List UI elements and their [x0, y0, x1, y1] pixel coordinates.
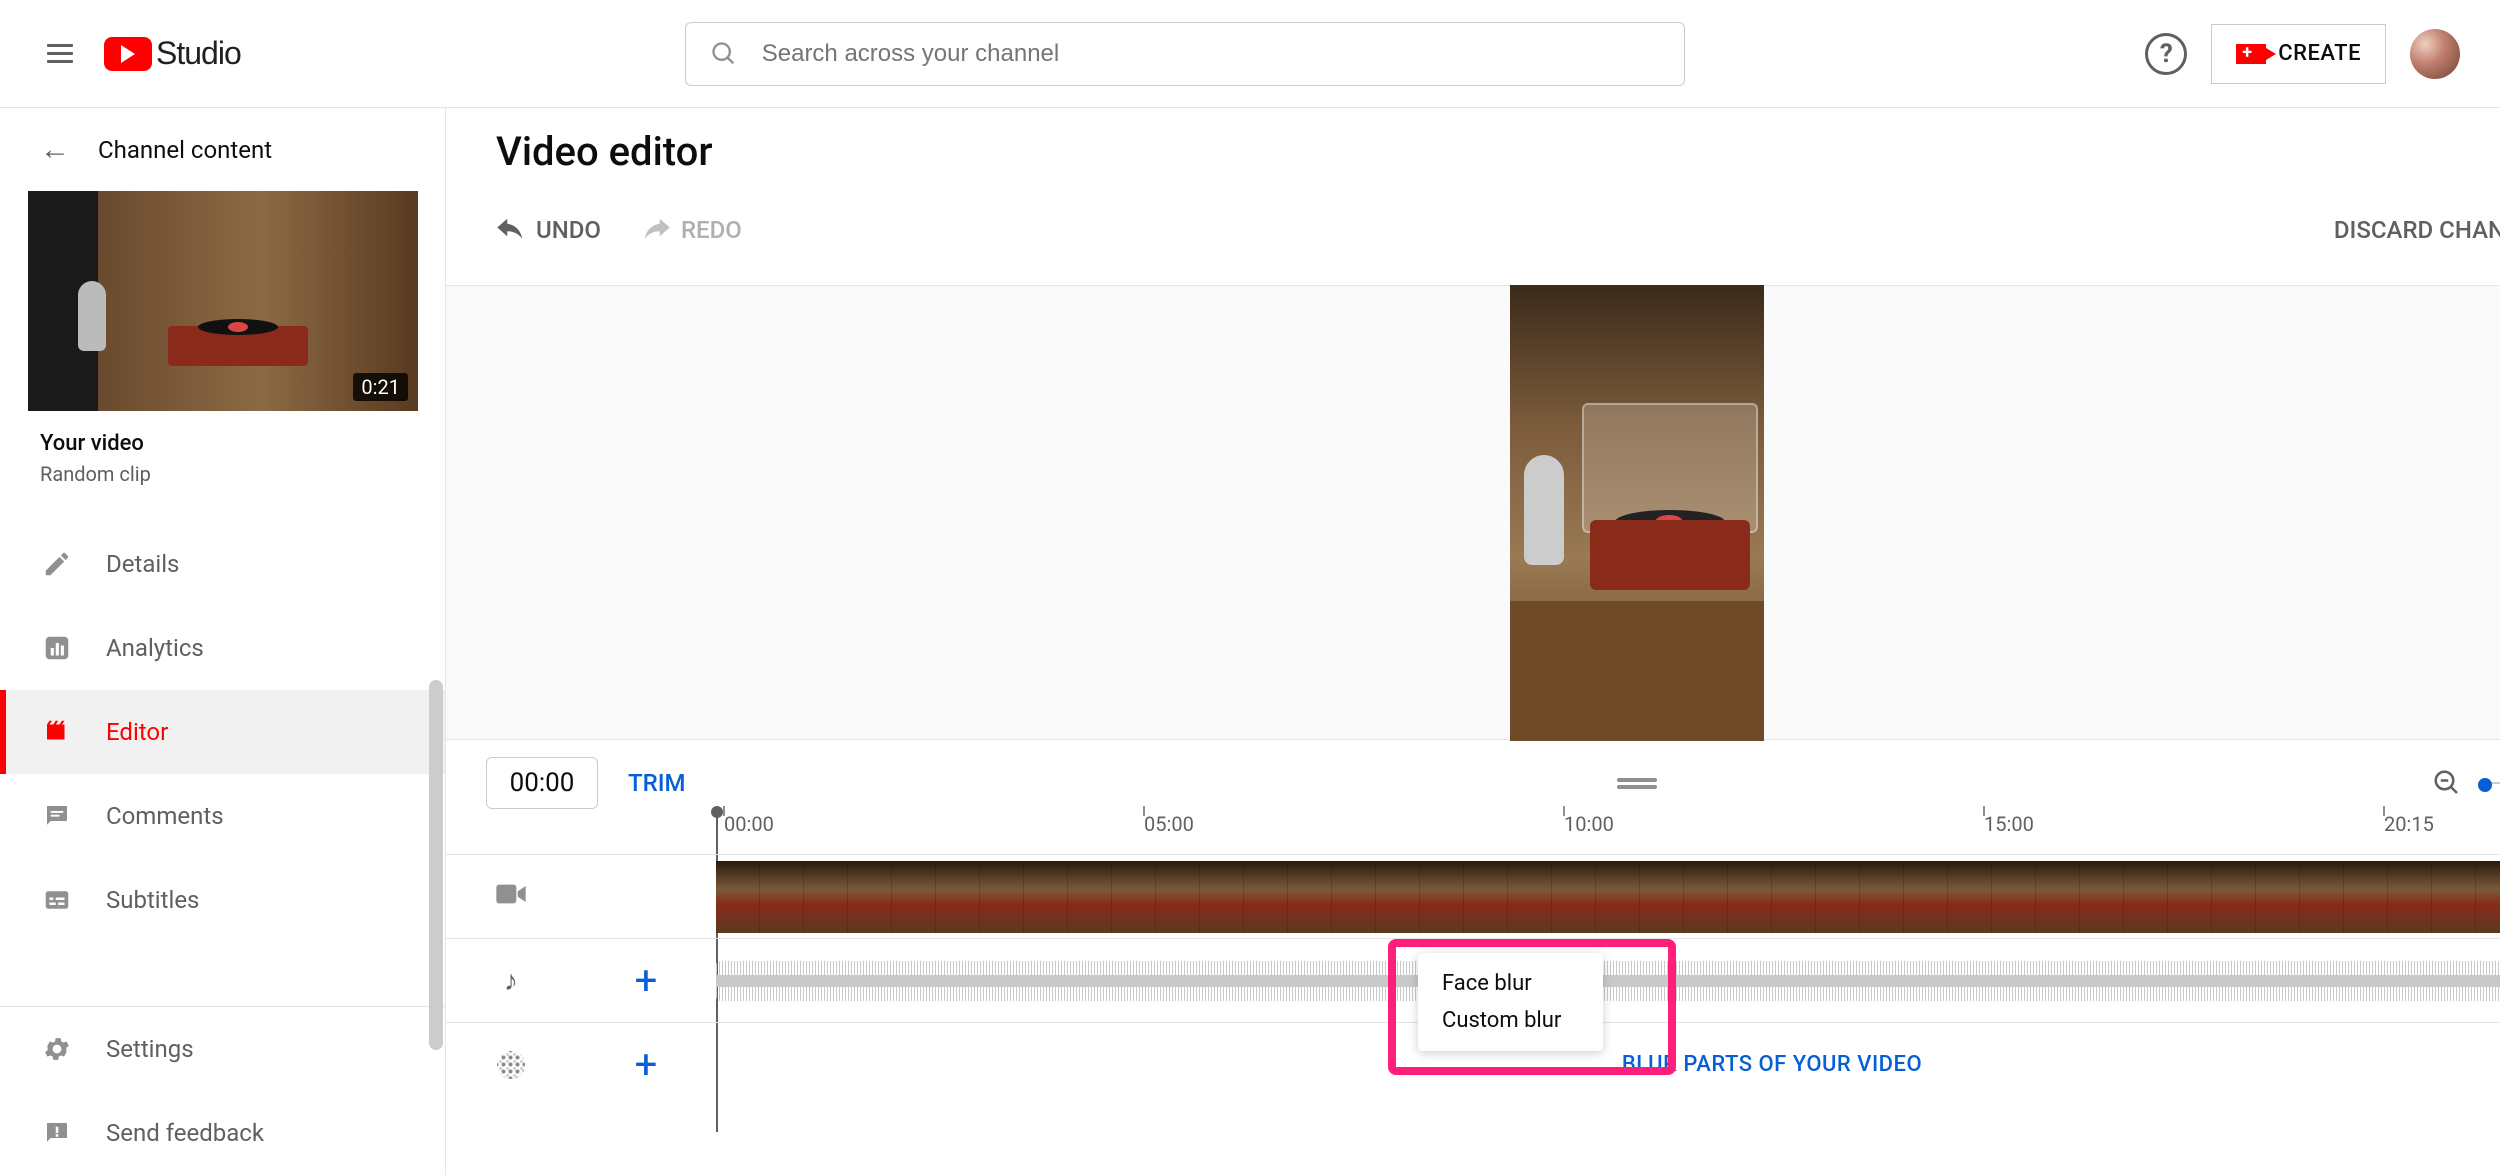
sidebar-item-details[interactable]: Details: [0, 522, 445, 606]
search-box[interactable]: [685, 22, 1685, 86]
blur-menu-face[interactable]: Face blur: [1418, 965, 1603, 1002]
page-title: Video editor: [496, 128, 2500, 175]
sidebar-item-subtitles[interactable]: Subtitles: [0, 858, 445, 942]
ruler-mark: 20:15: [2384, 812, 2434, 836]
sidebar-item-analytics[interactable]: Analytics: [0, 606, 445, 690]
redo-button[interactable]: REDO: [641, 216, 742, 244]
track-audio: ♪ + Face blur Custom blur: [446, 938, 2500, 1022]
comments-icon: [40, 799, 74, 833]
gear-icon: [40, 1032, 74, 1066]
blur-menu-custom[interactable]: Custom blur: [1418, 1002, 1603, 1039]
trim-button[interactable]: TRIM: [628, 769, 686, 797]
youtube-play-icon: [104, 37, 152, 71]
redo-icon: [641, 218, 671, 242]
feedback-icon: [40, 1116, 74, 1150]
thumb-duration: 0:21: [353, 373, 408, 401]
sidebar-scrollbar[interactable]: [429, 680, 443, 1050]
video-meta: Your video Random clip: [0, 411, 445, 494]
track-video-head: [446, 880, 576, 913]
undo-icon: [496, 218, 526, 242]
sidebar-item-editor[interactable]: Editor: [0, 690, 445, 774]
sidebar-item-label: Subtitles: [106, 886, 199, 914]
ruler-mark: 10:00: [1564, 812, 1614, 836]
sidebar-item-comments[interactable]: Comments: [0, 774, 445, 858]
sidebar-item-label: Details: [106, 550, 179, 578]
add-audio-button[interactable]: +: [576, 957, 716, 1004]
track-audio-head: ♪: [446, 964, 576, 997]
track-video: [446, 854, 2500, 938]
create-button[interactable]: CREATE: [2211, 24, 2386, 84]
blur-cta[interactable]: BLUR PARTS OF YOUR VIDEO: [1622, 1052, 1922, 1077]
undo-label: UNDO: [536, 216, 601, 244]
resize-handle[interactable]: [1617, 775, 1657, 792]
add-blur-button[interactable]: +: [576, 1041, 716, 1088]
zoom-controls: [2428, 764, 2500, 802]
sidebar-nav: Details Analytics Editor Comments Subtit…: [0, 522, 445, 942]
video-thumbnail[interactable]: 0:21: [28, 191, 418, 411]
toolbar: UNDO REDO DISCARD CHANGES SAVE ⋮: [446, 175, 2500, 285]
search-icon: [710, 40, 738, 68]
zoom-slider[interactable]: [2478, 782, 2500, 784]
main: Video editor UNDO REDO DISCARD CHANGES S…: [446, 108, 2500, 1175]
blur-track-icon: [497, 1051, 525, 1079]
redo-label: REDO: [681, 216, 742, 244]
create-icon: [2236, 44, 2266, 64]
plus-icon: +: [635, 957, 658, 1004]
sidebar-item-label: Settings: [106, 1035, 194, 1063]
ruler-mark: 15:00: [1984, 812, 2034, 836]
preview-frame: [1510, 285, 1764, 741]
time-input[interactable]: 00:00: [486, 757, 598, 809]
filmstrip[interactable]: [716, 861, 2500, 933]
undo-button[interactable]: UNDO: [496, 216, 601, 244]
search-input[interactable]: [762, 40, 1660, 68]
sidebar-item-label: Analytics: [106, 634, 204, 662]
discard-button[interactable]: DISCARD CHANGES: [2334, 216, 2500, 244]
menu-button[interactable]: [40, 34, 80, 74]
back-to-channel[interactable]: ← Channel content: [0, 108, 445, 191]
zoom-out-button[interactable]: [2428, 764, 2466, 802]
header: Studio ? CREATE: [0, 0, 2500, 108]
sidebar-item-feedback[interactable]: Send feedback: [0, 1091, 445, 1175]
audio-waveform[interactable]: [716, 945, 2500, 1017]
sidebar-item-label: Comments: [106, 802, 224, 830]
hamburger-icon: [47, 52, 73, 55]
pencil-icon: [40, 547, 74, 581]
subtitles-icon: [40, 883, 74, 917]
track-blur-head: [446, 1051, 576, 1079]
ruler-mark: 05:00: [1144, 812, 1194, 836]
music-note-icon: ♪: [504, 964, 518, 997]
video-preview[interactable]: [446, 285, 2500, 740]
meta-title: Your video: [40, 431, 405, 456]
sidebar: ← Channel content 0:21 Your video Random…: [0, 108, 446, 1175]
create-label: CREATE: [2278, 41, 2361, 66]
help-button[interactable]: ?: [2145, 33, 2187, 75]
sidebar-item-settings[interactable]: Settings: [0, 1007, 445, 1091]
sidebar-item-label: Send feedback: [106, 1119, 264, 1147]
sidebar-item-label: Editor: [106, 718, 168, 746]
blur-menu: Face blur Custom blur: [1418, 953, 1603, 1051]
meta-subtitle: Random clip: [40, 462, 405, 486]
timeline-controls: 00:00 TRIM: [446, 740, 2500, 812]
ruler-mark: 00:00: [724, 812, 774, 836]
avatar[interactable]: [2410, 29, 2460, 79]
clapper-icon: [40, 715, 74, 749]
plus-icon: +: [635, 1041, 658, 1088]
video-track-icon: [495, 880, 527, 913]
analytics-icon: [40, 631, 74, 665]
main-header: Video editor: [446, 108, 2500, 175]
timeline-tracks: ♪ + Face blur Custom blur + BLUR PARTS O…: [446, 854, 2500, 1106]
header-right: ? CREATE: [2145, 24, 2460, 84]
back-arrow-icon: ←: [40, 132, 70, 167]
logo-text: Studio: [156, 35, 241, 72]
logo[interactable]: Studio: [104, 35, 241, 72]
timeline-ruler[interactable]: 00:00 05:00 10:00 15:00 20:15: [446, 812, 2500, 854]
back-label: Channel content: [98, 136, 272, 164]
sidebar-bottom: Settings Send feedback: [0, 1006, 445, 1175]
